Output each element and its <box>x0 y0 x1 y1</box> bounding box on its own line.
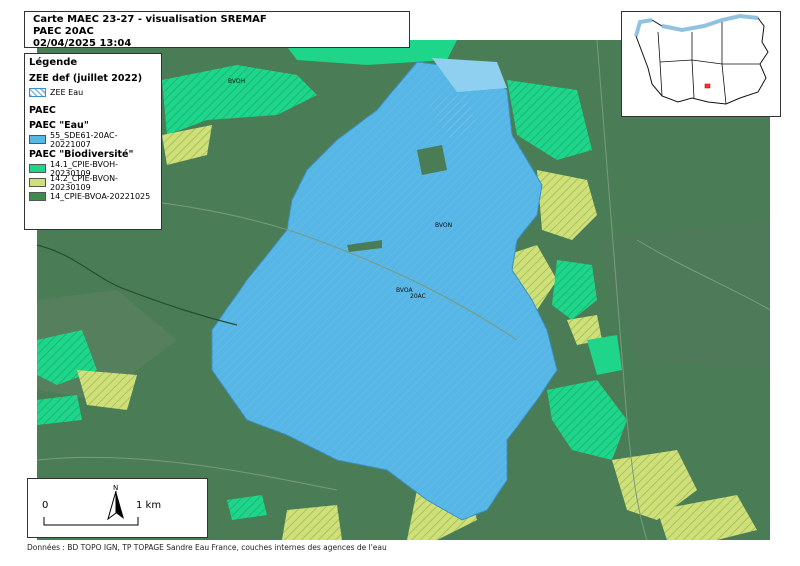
legend-title: Légende <box>29 57 78 68</box>
legend-swatch <box>29 178 46 187</box>
legend-section-paec: PAEC <box>29 105 56 116</box>
legend-item-bvoa: 14_CPIE-BVOA-20221025 <box>29 191 157 202</box>
legend-label: ZEE Eau <box>50 88 84 97</box>
legend-swatch <box>29 192 46 201</box>
biodiversity-zone-bvon <box>282 505 342 540</box>
location-marker <box>704 83 711 89</box>
legend-section-biodiversite: PAEC "Biodiversité" <box>29 149 134 160</box>
legend-panel: Légende ZEE def (juillet 2022) ZEE Eau P… <box>24 53 162 230</box>
scale-bar <box>43 517 139 526</box>
legend-section-eau: PAEC "Eau" <box>29 120 89 131</box>
legend-swatch <box>29 88 46 97</box>
map-title: Carte MAEC 23-27 - visualisation SREMAF <box>33 14 267 25</box>
inner-parcel <box>417 145 447 175</box>
biodiversity-zone-bvoh <box>37 395 82 425</box>
legend-item-eau: 55_SDE61-20AC-20221007 <box>29 131 157 149</box>
map-timestamp: 02/04/2025 13:04 <box>33 38 132 49</box>
map-label-bvoh: BVOH <box>228 78 246 85</box>
scale-distance: 1 km <box>136 500 162 511</box>
legend-swatch <box>29 164 46 173</box>
legend-label: 55_SDE61-20AC-20221007 <box>50 130 118 149</box>
scale-zero: 0 <box>42 500 49 511</box>
legend-item-bvoh: 14.1_CPIE-BVOH-20230109 <box>29 160 157 178</box>
legend-item-zee-eau: ZEE Eau <box>29 87 157 98</box>
map-label-bvon: BVON <box>435 222 453 229</box>
legend-swatch <box>29 135 46 144</box>
legend-label: 14_CPIE-BVOA-20221025 <box>50 192 151 201</box>
map-subtitle: PAEC 20AC <box>33 26 94 37</box>
legend-item-bvon: 14.2_CPIE-BVON-20230109 <box>29 174 157 192</box>
data-credits: Données : BD TOPO IGN, TP TOPAGE Sandre … <box>27 543 387 552</box>
north-arrow-icon <box>107 491 124 521</box>
scale-bar-box: 0 1 km N <box>27 478 208 538</box>
legend-label: 14.2_CPIE-BVON-20230109 <box>50 173 118 192</box>
overview-inset-map <box>621 11 781 117</box>
map-label-paec: 20AC <box>410 293 426 300</box>
legend-section-zee: ZEE def (juillet 2022) <box>29 73 143 84</box>
map-title-box: Carte MAEC 23-27 - visualisation SREMAF … <box>24 11 410 49</box>
normandy-outline <box>634 13 769 105</box>
